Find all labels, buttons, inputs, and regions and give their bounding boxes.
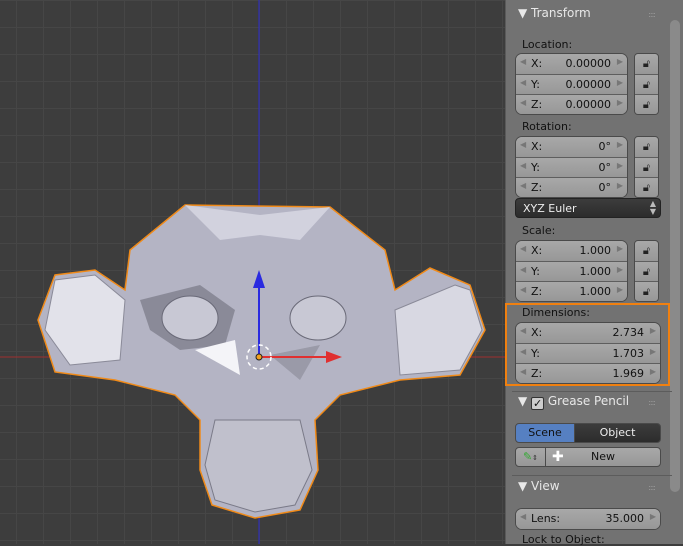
dimensions-z-field[interactable]: ◀ Z: 1.969 ▶ <box>516 363 660 383</box>
dimensions-y-field[interactable]: ◀ Y: 1.703 ▶ <box>516 343 660 363</box>
dimensions-x-field[interactable]: ◀ X: 2.734 ▶ <box>516 323 660 343</box>
properties-panel: ▼ Transform :::: Location: ◀ X: 0.00000 ▶ ◀… <box>505 0 683 546</box>
divider <box>512 475 672 476</box>
new-label: New <box>591 450 615 463</box>
lock-icon[interactable]: 🔓︎ <box>635 241 658 261</box>
location-x-field[interactable]: ◀ X: 0.00000 ▶ <box>516 54 627 74</box>
suzanne-mesh[interactable] <box>37 204 486 519</box>
grease-pencil-checkbox[interactable]: ✓ <box>531 397 545 410</box>
3d-viewport[interactable] <box>0 0 505 544</box>
panel-scrollbar[interactable] <box>670 20 680 492</box>
location-label: Location: <box>522 38 573 51</box>
rotation-mode-dropdown[interactable]: XYZ Euler ▲ ▼ <box>515 198 661 218</box>
tab-object[interactable]: Object <box>574 423 661 443</box>
lock-to-object-label: Lock to Object: <box>522 533 605 546</box>
lock-icon[interactable]: 🔓︎ <box>635 74 658 94</box>
scale-x-field[interactable]: ◀ X: 1.000 ▶ <box>516 241 627 261</box>
rotation-label: Rotation: <box>522 120 572 133</box>
scale-z-field[interactable]: ◀ Z: 1.000 ▶ <box>516 281 627 301</box>
divider <box>512 391 672 392</box>
drag-grip-icon[interactable]: :::: <box>648 483 656 492</box>
rotation-y-field[interactable]: ◀ Y: 0° ▶ <box>516 157 627 177</box>
tab-scene[interactable]: Scene <box>515 423 575 443</box>
plus-icon: ✚ <box>552 449 564 465</box>
rotation-locks: 🔓︎ 🔓︎ 🔓︎ <box>634 136 659 198</box>
scale-fields: ◀ X: 1.000 ▶ ◀ Y: 1.000 ▶ ◀ Z: 1.000 ▶ <box>515 240 628 302</box>
transform-title: Transform <box>531 6 591 20</box>
lens-field[interactable]: ◀ Lens: 35.000 ▶ <box>516 509 660 529</box>
dimensions-fields: ◀ X: 2.734 ▶ ◀ Y: 1.703 ▶ ◀ Z: 1.969 ▶ <box>515 322 661 384</box>
scale-y-field[interactable]: ◀ Y: 1.000 ▶ <box>516 261 627 281</box>
location-fields: ◀ X: 0.00000 ▶ ◀ Y: 0.00000 ▶ ◀ Z: 0.00000 ▶ <box>515 53 628 115</box>
lens-field-group: ◀ Lens: 35.000 ▶ <box>515 508 661 530</box>
collapse-triangle-icon: ▼ <box>518 394 532 408</box>
grease-pencil-title: Grease Pencil <box>547 394 630 408</box>
rotation-x-field[interactable]: ◀ X: 0° ▶ <box>516 137 627 157</box>
view-header[interactable]: ▼ View <box>518 479 560 493</box>
collapse-triangle-icon: ▼ <box>518 479 532 493</box>
lock-icon[interactable]: 🔓︎ <box>635 261 658 281</box>
collapse-triangle-icon: ▼ <box>518 6 532 20</box>
grease-pencil-header[interactable]: ▼ ✓ Grease Pencil <box>518 394 629 410</box>
pencil-icon: ✎ <box>522 450 533 463</box>
dimensions-label: Dimensions: <box>522 306 590 319</box>
location-locks: 🔓︎ 🔓︎ 🔓︎ <box>634 53 659 115</box>
lock-icon[interactable]: 🔓︎ <box>635 157 658 177</box>
pencil-selector[interactable]: ✎⇕ <box>515 447 546 467</box>
location-y-field[interactable]: ◀ Y: 0.00000 ▶ <box>516 74 627 94</box>
rotation-fields: ◀ X: 0° ▶ ◀ Y: 0° ▶ ◀ Z: 0° ▶ <box>515 136 628 198</box>
drag-grip-icon[interactable]: :::: <box>648 398 656 407</box>
lock-icon[interactable]: 🔓︎ <box>635 94 658 114</box>
new-button[interactable]: ✚ New <box>545 447 661 467</box>
location-z-field[interactable]: ◀ Z: 0.00000 ▶ <box>516 94 627 114</box>
lock-icon[interactable]: 🔓︎ <box>635 54 658 74</box>
viewport-scene <box>0 0 505 544</box>
view-title: View <box>531 479 560 493</box>
scale-locks: 🔓︎ 🔓︎ 🔓︎ <box>634 240 659 302</box>
rotation-z-field[interactable]: ◀ Z: 0° ▶ <box>516 177 627 197</box>
lock-icon[interactable]: 🔓︎ <box>635 177 658 197</box>
lock-icon[interactable]: 🔓︎ <box>635 281 658 301</box>
updown-arrows-icon: ▲ ▼ <box>649 199 656 216</box>
transform-header[interactable]: ▼ Transform <box>518 6 591 20</box>
rotation-mode-value: XYZ Euler <box>523 202 577 215</box>
scale-label: Scale: <box>522 224 556 237</box>
drag-grip-icon[interactable]: :::: <box>648 10 656 19</box>
lock-icon[interactable]: 🔓︎ <box>635 137 658 157</box>
